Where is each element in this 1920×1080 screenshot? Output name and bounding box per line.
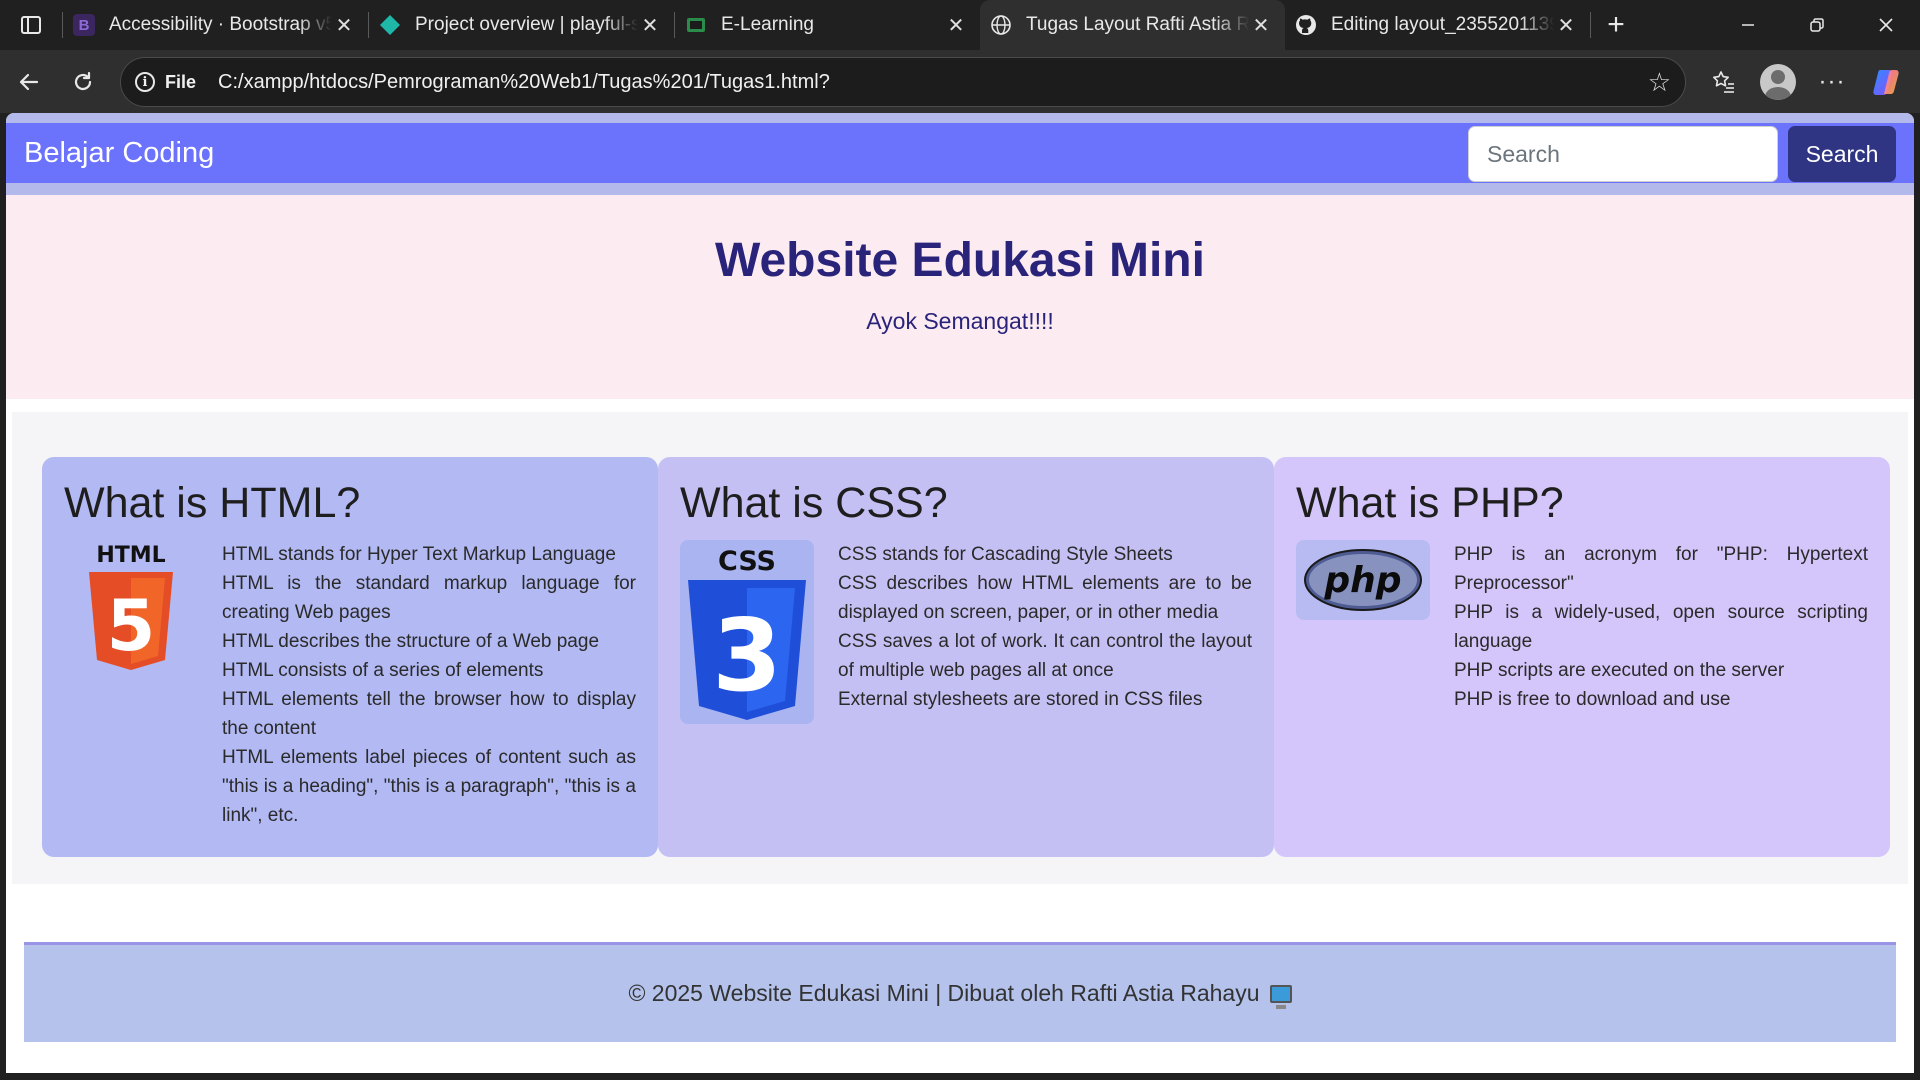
tab-title: Accessibility · Bootstrap v5. bbox=[109, 14, 332, 35]
restore-button[interactable] bbox=[1782, 0, 1851, 50]
diamond-icon bbox=[379, 14, 401, 36]
card-line: HTML is the standard markup language for… bbox=[222, 573, 636, 623]
tab-close-icon[interactable]: ✕ bbox=[1554, 13, 1578, 37]
more-options-button[interactable]: ··· bbox=[1805, 55, 1859, 109]
browser-tab-bar: B Accessibility · Bootstrap v5. ✕ Projec… bbox=[0, 0, 1920, 50]
card-title: What is HTML? bbox=[64, 479, 361, 527]
hero-subtitle: Ayok Semangat!!!! bbox=[866, 308, 1054, 334]
page-viewport: Belajar Coding Search Website Edukasi Mi… bbox=[6, 113, 1914, 1073]
card-body: HTML 5 HTML stands for Hyper Text Markup… bbox=[64, 540, 636, 830]
card-description: PHP is an acronym for "PHP: Hypertext Pr… bbox=[1454, 540, 1868, 714]
hero-section: Website Edukasi Mini Ayok Semangat!!!! bbox=[6, 195, 1914, 399]
globe-icon bbox=[990, 14, 1012, 36]
php-logo-text: php bbox=[1323, 560, 1401, 601]
card-line: HTML elements tell the browser how to di… bbox=[222, 689, 636, 739]
favorite-star-icon[interactable]: ☆ bbox=[1648, 67, 1671, 98]
page-title: Website Edukasi Mini bbox=[715, 234, 1205, 287]
restore-icon bbox=[1809, 18, 1824, 32]
reload-icon bbox=[74, 71, 92, 90]
browser-tab[interactable]: E-Learning ✕ bbox=[675, 0, 980, 50]
favorites-button[interactable] bbox=[1697, 55, 1751, 109]
php-logo: php bbox=[1296, 540, 1430, 620]
footer-text: © 2025 Website Edukasi Mini | Dibuat ole… bbox=[628, 980, 1260, 1006]
navbar-brand[interactable]: Belajar Coding bbox=[24, 137, 214, 170]
css3-logo: CSS 3 bbox=[680, 540, 814, 724]
search-button[interactable]: Search bbox=[1788, 126, 1896, 182]
close-icon bbox=[1878, 18, 1893, 32]
tab-actions-icon bbox=[21, 16, 41, 34]
card-line: HTML describes the structure of a Web pa… bbox=[222, 631, 600, 652]
favorites-icon bbox=[1713, 70, 1734, 93]
card-title: What is CSS? bbox=[680, 479, 948, 527]
navbar: Belajar Coding Search bbox=[6, 123, 1914, 183]
minimize-icon bbox=[1741, 24, 1754, 26]
tab-title: Tugas Layout Rafti Astia Ra bbox=[1026, 14, 1249, 35]
site-info-label: File bbox=[165, 71, 197, 92]
ellipsis-icon: ··· bbox=[1818, 67, 1846, 95]
tab-title: Project overview | playful-s bbox=[415, 14, 638, 35]
html5-logo-text: HTML bbox=[96, 543, 165, 568]
browser-tab-active[interactable]: Tugas Layout Rafti Astia Ra ✕ bbox=[980, 0, 1285, 50]
card-line: PHP is a widely-used, open source script… bbox=[1454, 602, 1868, 652]
address-bar[interactable]: i File C:/xampp/htdocs/Pemrograman%20Web… bbox=[120, 57, 1686, 107]
close-window-button[interactable] bbox=[1851, 0, 1920, 50]
card-line: PHP is free to download and use bbox=[1454, 689, 1731, 710]
card-line: CSS describes how HTML elements are to b… bbox=[838, 573, 1252, 623]
card-line: HTML consists of a series of elements bbox=[222, 660, 544, 681]
card-html: What is HTML? HTML 5 HTML stands for Hyp… bbox=[42, 457, 658, 857]
browser-tab[interactable]: Project overview | playful-s ✕ bbox=[369, 0, 674, 50]
browser-tab[interactable]: Editing layout_2355201139 ✕ bbox=[1285, 0, 1590, 50]
css3-logo-text: CSS bbox=[718, 546, 776, 577]
cards-section: What is HTML? HTML 5 HTML stands for Hyp… bbox=[12, 412, 1908, 884]
html5-logo-number: 5 bbox=[107, 585, 156, 667]
back-arrow-icon bbox=[19, 73, 39, 90]
tab-title: Editing layout_2355201139 bbox=[1331, 14, 1554, 35]
browser-tab[interactable]: B Accessibility · Bootstrap v5. ✕ bbox=[63, 0, 368, 50]
copilot-button[interactable] bbox=[1859, 55, 1913, 109]
profile-button[interactable] bbox=[1751, 55, 1805, 109]
card-line: CSS saves a lot of work. It can control … bbox=[838, 631, 1252, 681]
tab-actions-button[interactable] bbox=[0, 0, 62, 50]
card-body: CSS 3 CSS stands for Cascading Style She… bbox=[680, 540, 1252, 724]
plus-icon: + bbox=[1607, 8, 1625, 41]
card-body: php PHP is an acronym for "PHP: Hypertex… bbox=[1296, 540, 1868, 714]
search-input[interactable] bbox=[1468, 126, 1778, 182]
window-controls bbox=[1713, 0, 1920, 50]
html5-logo: HTML 5 bbox=[64, 540, 198, 830]
tab-close-icon[interactable]: ✕ bbox=[638, 13, 662, 37]
elearning-icon bbox=[685, 14, 707, 36]
site-info-button[interactable]: i File bbox=[135, 72, 196, 93]
card-line: HTML elements label pieces of content su… bbox=[222, 747, 636, 826]
avatar bbox=[1760, 63, 1796, 100]
reload-button[interactable] bbox=[56, 55, 110, 109]
info-icon: i bbox=[135, 72, 155, 92]
card-php: What is PHP? php PHP is an acronym for "… bbox=[1274, 457, 1890, 857]
card-line: CSS stands for Cascading Style Sheets bbox=[838, 544, 1173, 565]
copilot-icon bbox=[1873, 69, 1899, 95]
minimize-button[interactable] bbox=[1713, 0, 1782, 50]
back-button[interactable] bbox=[2, 55, 56, 109]
footer: © 2025 Website Edukasi Mini | Dibuat ole… bbox=[24, 942, 1896, 1042]
monitor-icon bbox=[1269, 984, 1292, 1009]
card-title: What is PHP? bbox=[1296, 479, 1564, 527]
card-line: HTML stands for Hyper Text Markup Langua… bbox=[222, 544, 616, 565]
url-text[interactable]: C:/xampp/htdocs/Pemrograman%20Web1/Tugas… bbox=[218, 71, 830, 94]
toolbar-right-actions: ··· bbox=[1697, 50, 1913, 113]
css3-logo-number: 3 bbox=[712, 597, 782, 714]
bootstrap-icon: B bbox=[73, 14, 95, 36]
card-line: External stylesheets are stored in CSS f… bbox=[838, 689, 1203, 710]
tab-close-icon[interactable]: ✕ bbox=[944, 13, 968, 37]
tab-title: E-Learning bbox=[721, 14, 814, 35]
card-description: CSS stands for Cascading Style Sheets CS… bbox=[838, 540, 1252, 724]
tab-close-icon[interactable]: ✕ bbox=[1249, 13, 1273, 37]
card-line: PHP scripts are executed on the server bbox=[1454, 660, 1785, 681]
github-icon bbox=[1295, 14, 1317, 36]
new-tab-button[interactable]: + bbox=[1591, 0, 1641, 50]
tab-close-icon[interactable]: ✕ bbox=[332, 13, 356, 37]
card-description: HTML stands for Hyper Text Markup Langua… bbox=[222, 540, 636, 830]
card-line: PHP is an acronym for "PHP: Hypertext Pr… bbox=[1454, 544, 1868, 594]
navbar-wrapper: Belajar Coding Search bbox=[6, 113, 1914, 195]
card-css: What is CSS? CSS 3 CSS stands for Cascad… bbox=[658, 457, 1274, 857]
